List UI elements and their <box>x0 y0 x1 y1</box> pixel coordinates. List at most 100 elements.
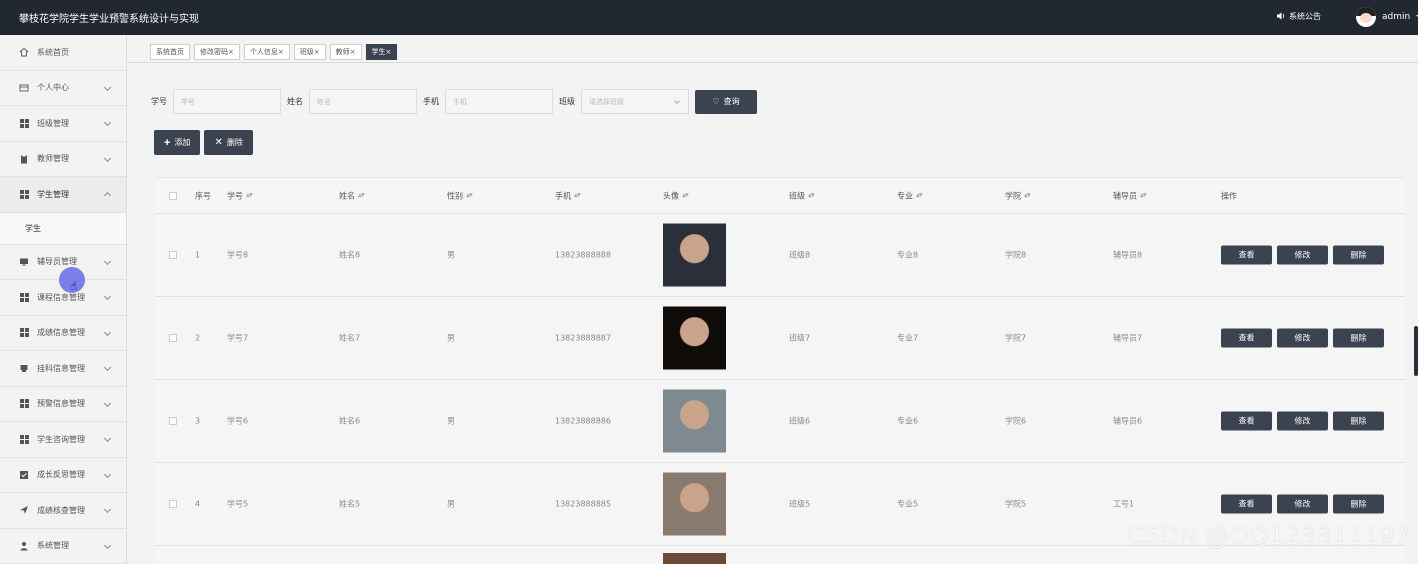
edit-button[interactable]: 修改 <box>1277 245 1328 265</box>
cell-phone: 13823888885 <box>555 499 611 509</box>
close-icon[interactable]: × <box>228 48 234 56</box>
view-button[interactable]: 查看 <box>1221 328 1272 348</box>
system-notice-link[interactable]: 系统公告 <box>1277 11 1321 22</box>
remove-button[interactable]: 删除 <box>1333 245 1384 265</box>
column-header[interactable]: 班级 ▲▼ <box>789 190 815 201</box>
column-header[interactable]: 头像 ▲▼ <box>663 190 689 201</box>
view-button[interactable]: 查看 <box>1221 411 1272 431</box>
sidebar-item-label: 成绩核查管理 <box>37 505 85 515</box>
grid-icon <box>19 292 29 302</box>
sidebar-item-1[interactable]: 个人中心 <box>0 71 126 106</box>
chevron-down-icon <box>103 470 112 478</box>
sort-icon[interactable]: ▲▼ <box>682 193 689 199</box>
submenu-item-label: 学生 <box>25 223 41 233</box>
column-header[interactable]: 学院 ▲▼ <box>1005 190 1031 201</box>
sort-icon[interactable]: ▲▼ <box>358 193 365 199</box>
close-icon[interactable]: × <box>350 48 356 56</box>
tab-0[interactable]: 系统首页 <box>150 44 190 60</box>
add-button[interactable]: + 添加 <box>154 130 201 155</box>
column-header-label: 序号 <box>195 191 211 200</box>
cell-phone: 13823888886 <box>555 416 611 426</box>
column-header[interactable]: 性别 ▲▼ <box>447 190 473 201</box>
user-menu[interactable]: admin <box>1356 7 1418 27</box>
sort-icon[interactable]: ▲▼ <box>466 193 473 199</box>
sno-input[interactable]: 学号 <box>173 89 281 114</box>
avatar <box>1356 7 1376 27</box>
cell-name: 姓名8 <box>339 250 361 260</box>
sidebar-item-3[interactable]: 教师管理 <box>0 142 126 177</box>
sidebar-item-9[interactable]: 挂科信息管理 <box>0 351 126 387</box>
sidebar-item-10[interactable]: 预警信息管理 <box>0 387 126 422</box>
name-input[interactable]: 姓名 <box>309 89 417 114</box>
sort-icon[interactable]: ▲▼ <box>574 193 581 199</box>
cell-class: 班级7 <box>789 333 811 343</box>
class-select-placeholder: 请选择班级 <box>589 97 624 106</box>
tab-5[interactable]: 学生 × <box>365 44 398 60</box>
action-bar: + 添加 ✕ 删除 <box>154 130 253 155</box>
sidebar-item-2[interactable]: 班级管理 <box>0 106 126 142</box>
grid-icon <box>19 399 29 409</box>
remove-button[interactable]: 删除 <box>1333 328 1384 348</box>
close-icon[interactable]: × <box>314 48 320 56</box>
sort-icon[interactable]: ▲▼ <box>1024 193 1031 199</box>
sort-icon[interactable]: ▲▼ <box>916 193 923 199</box>
close-icon[interactable]: × <box>278 48 284 56</box>
scrollbar-thumb[interactable] <box>1414 326 1418 376</box>
class-select[interactable]: 请选择班级 <box>581 89 689 114</box>
table-row: 3 学号6 姓名6 男 13823888886 班级6 专业6 学院6 辅导员6 查看 修改 删除 <box>155 380 1405 463</box>
row-checkbox[interactable] <box>169 334 177 342</box>
sort-icon[interactable]: ▲▼ <box>1140 193 1147 199</box>
sort-icon[interactable]: ▲▼ <box>246 193 253 199</box>
submenu-item-student[interactable]: 学生 <box>0 212 126 245</box>
chevron-down-icon <box>103 363 112 372</box>
sort-icon[interactable]: ▲▼ <box>808 193 815 199</box>
row-checkbox[interactable] <box>169 251 177 259</box>
column-header[interactable]: 手机 ▲▼ <box>555 190 581 201</box>
remove-button[interactable]: 删除 <box>1333 494 1384 514</box>
sidebar-item-6[interactable]: 辅导员管理 <box>0 245 126 280</box>
cell-major: 专业8 <box>897 250 919 260</box>
sidebar-item-8[interactable]: 成绩信息管理 <box>0 316 126 351</box>
column-header-label: 学院 <box>1005 191 1021 200</box>
edit-button[interactable]: 修改 <box>1277 328 1328 348</box>
query-button-label: 查询 <box>723 97 740 106</box>
column-header[interactable]: 辅导员 ▲▼ <box>1113 190 1147 201</box>
cell-index: 3 <box>195 416 201 426</box>
sidebar-item-0[interactable]: 系统首页 <box>0 35 126 71</box>
tab-label: 修改密码 <box>200 48 228 56</box>
sidebar-item-4[interactable]: 学生管理 <box>0 177 126 213</box>
tab-4[interactable]: 教师 × <box>329 44 362 60</box>
sidebar-item-14[interactable]: 系统管理 <box>0 529 126 564</box>
cell-gender: 男 <box>447 499 455 509</box>
tab-2[interactable]: 个人信息 × <box>243 44 290 60</box>
cell-phone: 13823888887 <box>555 333 611 343</box>
cell-index: 4 <box>195 499 201 509</box>
view-button[interactable]: 查看 <box>1221 245 1272 265</box>
select-all-checkbox[interactable] <box>169 191 177 200</box>
edit-button[interactable]: 修改 <box>1277 411 1328 431</box>
plus-icon: + <box>164 136 171 149</box>
avatar-photo <box>663 306 726 370</box>
sidebar-item-7[interactable]: 课程信息管理 <box>0 280 126 316</box>
sidebar-item-11[interactable]: 学生咨询管理 <box>0 422 126 458</box>
row-checkbox[interactable] <box>169 500 177 508</box>
tab-3[interactable]: 班级 × <box>293 44 326 60</box>
column-header[interactable]: 专业 ▲▼ <box>897 190 923 201</box>
phone-input[interactable]: 手机 <box>445 89 553 114</box>
edit-button[interactable]: 修改 <box>1277 494 1328 514</box>
query-button[interactable]: ♡ 查询 <box>695 89 757 114</box>
column-header[interactable]: 姓名 ▲▼ <box>339 190 365 201</box>
remove-button[interactable]: 删除 <box>1333 411 1384 431</box>
sidebar-item-12[interactable]: 成长反思管理 <box>0 458 126 493</box>
cell-counselor: 辅导员8 <box>1113 250 1143 260</box>
sidebar-item-13[interactable]: 成绩核查管理 <box>0 493 126 529</box>
row-checkbox[interactable] <box>169 417 177 425</box>
close-icon[interactable]: × <box>386 48 392 56</box>
column-header[interactable]: 学号 ▲▼ <box>227 190 253 201</box>
chevron-down-icon <box>103 118 112 127</box>
cell-class: 班级6 <box>789 416 811 426</box>
view-button[interactable]: 查看 <box>1221 494 1272 514</box>
checkbox-icon <box>19 470 29 480</box>
batch-delete-button[interactable]: ✕ 删除 <box>204 130 253 155</box>
tab-1[interactable]: 修改密码 × <box>194 44 240 60</box>
